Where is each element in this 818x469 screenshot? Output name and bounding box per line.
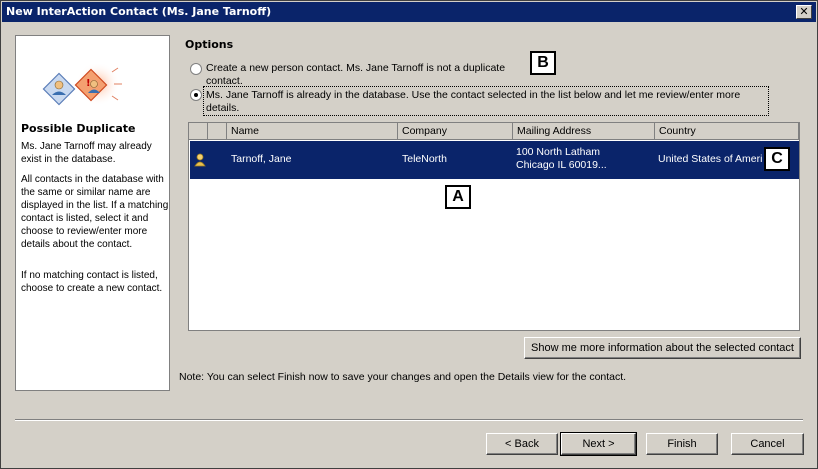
row-address-line1: 100 North Latham (516, 146, 601, 158)
person-icon (194, 153, 206, 167)
use-existing-radio-label[interactable]: Ms. Jane Tarnoff is already in the datab… (206, 89, 768, 115)
column-header-name[interactable]: Name (227, 123, 398, 140)
info-panel: ! Possible Duplicate Ms. Jane Tarnoff ma… (15, 35, 170, 391)
sidebar-para-2: All contacts in the database with the sa… (21, 174, 169, 250)
create-new-radio[interactable] (190, 63, 202, 75)
use-existing-radio[interactable] (190, 89, 202, 101)
sidebar-para-1: Ms. Jane Tarnoff may already exist in th… (21, 141, 152, 165)
svg-text:!: ! (86, 78, 91, 89)
column-header-company[interactable]: Company (398, 123, 513, 140)
cancel-button[interactable]: Cancel (731, 433, 804, 455)
close-button[interactable]: ✕ (796, 5, 812, 19)
list-header: Name Company Mailing Address Country (189, 123, 799, 140)
sidebar-para-3: If no matching contact is listed, choose… (21, 270, 163, 294)
callout-a: A (445, 185, 471, 209)
callout-b: B (530, 51, 556, 75)
column-header-country[interactable]: Country (655, 123, 799, 140)
back-button[interactable]: < Back (486, 433, 558, 455)
close-icon: ✕ (799, 5, 809, 18)
create-new-radio-label[interactable]: Create a new person contact. Ms. Jane Ta… (206, 62, 526, 88)
finish-button[interactable]: Finish (646, 433, 718, 455)
contact-list[interactable]: Name Company Mailing Address Country Tar… (188, 122, 800, 331)
column-header-spacer[interactable] (208, 123, 227, 140)
sidebar-title: Possible Duplicate (21, 122, 136, 135)
column-header-icon[interactable] (189, 123, 208, 140)
options-heading: Options (185, 38, 234, 51)
window-title: New InterAction Contact (Ms. Jane Tarnof… (6, 5, 272, 18)
callout-c: C (764, 147, 790, 171)
column-header-address[interactable]: Mailing Address (513, 123, 655, 140)
more-info-button[interactable]: Show me more information about the selec… (524, 337, 801, 359)
table-row[interactable]: Tarnoff, Jane TeleNorth 100 North Latham… (190, 141, 799, 179)
title-bar: New InterAction Contact (Ms. Jane Tarnof… (2, 2, 816, 22)
row-address-line2: Chicago IL 60019... (516, 159, 607, 171)
row-country: United States of Ameri (658, 153, 763, 165)
contact-card-icon (42, 72, 76, 106)
row-company: TeleNorth (402, 153, 447, 165)
note-text: Note: You can select Finish now to save … (179, 371, 627, 383)
dialog-window: New InterAction Contact (Ms. Jane Tarnof… (0, 0, 818, 469)
row-name: Tarnoff, Jane (231, 153, 292, 165)
next-button[interactable]: Next > (560, 432, 637, 456)
footer-separator (15, 419, 803, 421)
